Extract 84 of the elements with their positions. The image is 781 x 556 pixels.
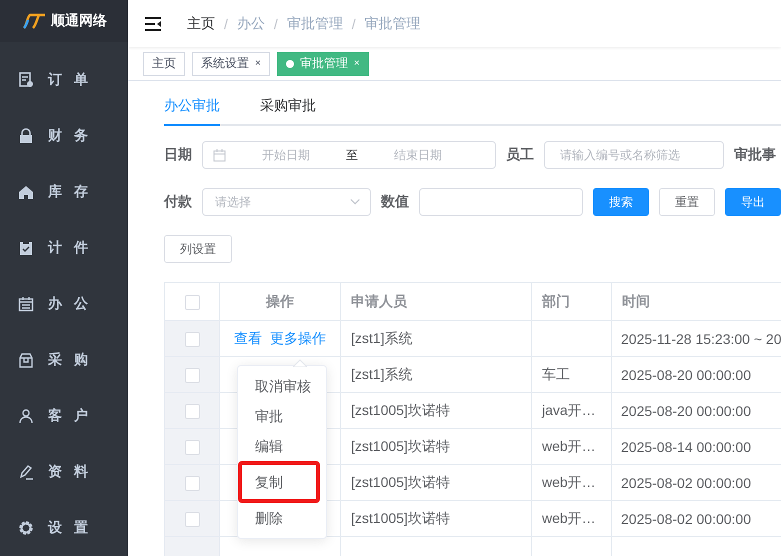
box-icon	[18, 352, 34, 368]
end-date-input[interactable]: 结束日期	[366, 147, 470, 163]
sidebar-item[interactable]: 计 件	[0, 220, 128, 276]
table-cell: 2025-08-14 00:00:00	[612, 428, 781, 464]
pen-icon	[18, 464, 34, 480]
field-label: 付款	[164, 193, 192, 211]
calendar-icon	[213, 148, 226, 162]
logo-text: 顺通网络	[51, 12, 107, 30]
table-cell: 2025-11-28 15:23:00 ~ 20	[612, 320, 781, 356]
table-cell: web开…	[532, 464, 612, 500]
close-icon[interactable]: ×	[255, 58, 261, 69]
menu-item[interactable]: 编辑	[238, 431, 326, 461]
menu-item[interactable]: 审批	[238, 401, 326, 431]
column-header: 部门	[532, 282, 612, 320]
column-header: 时间	[612, 282, 781, 320]
tab[interactable]: 办公审批	[164, 91, 220, 126]
checkbox[interactable]	[184, 332, 200, 347]
table-cell: 2025-08-20 00:00:00	[612, 392, 781, 428]
document-icon	[18, 72, 34, 88]
page-tag[interactable]: 系统设置 ×	[192, 52, 270, 76]
action-button[interactable]: 导出	[725, 188, 781, 216]
range-separator: 至	[346, 146, 358, 164]
field-label: 数值	[381, 193, 409, 211]
field-label: 日期	[164, 146, 192, 164]
table-cell: 车工	[532, 356, 612, 392]
checkbox[interactable]	[184, 404, 200, 419]
breadcrumb-separator: /	[274, 16, 278, 32]
start-date-input[interactable]: 开始日期	[234, 147, 338, 163]
table-cell: [zst1005]坎诺特	[340, 392, 532, 428]
checkbox[interactable]	[184, 476, 200, 491]
home-icon	[18, 184, 34, 200]
action-button[interactable]: 搜索	[593, 188, 649, 216]
menu-icon[interactable]	[145, 16, 161, 30]
sidebar-item[interactable]: 采 购	[0, 332, 128, 388]
date-range-field[interactable]: 开始日期 至 结束日期	[202, 141, 496, 169]
clipboard-icon	[18, 240, 34, 256]
column-header: 申请人员	[340, 282, 532, 320]
table-link[interactable]: 更多操作	[270, 330, 326, 346]
checkbox[interactable]	[184, 440, 200, 455]
column-header: 操作	[220, 282, 340, 320]
table-cell: [zst1005]坎诺特	[340, 500, 532, 536]
select-input[interactable]: 请选择	[213, 194, 342, 210]
menu-item[interactable]: 删除	[238, 503, 326, 533]
logo-icon	[21, 13, 47, 29]
table-cell: [zst1005]坎诺特	[340, 464, 532, 500]
sidebar-item[interactable]: 办 公	[0, 276, 128, 332]
menu-item[interactable]: 取消审核	[238, 371, 326, 401]
table-cell: 2025-08-02 00:00:00	[612, 500, 781, 536]
staff-field[interactable]: 请输入编号或名称筛选	[544, 141, 724, 169]
sidebar-item[interactable]: 客 户	[0, 388, 128, 444]
payment-select[interactable]: 请选择	[202, 188, 371, 216]
breadcrumb-link[interactable]: 主页	[187, 14, 215, 32]
checkbox[interactable]	[184, 294, 200, 310]
table-cell: 2025-08-20 00:00:00	[612, 356, 781, 392]
table-cell: [zst1]系统	[340, 356, 532, 392]
sidebar-item[interactable]: 库 存	[0, 164, 128, 220]
tab[interactable]: 采购审批	[260, 91, 316, 126]
field-label: 员工	[506, 146, 534, 164]
sidebar-item[interactable]: 订 单	[0, 52, 128, 108]
menu-item[interactable]: 复制	[238, 461, 320, 503]
field-label: 审批事	[734, 146, 776, 164]
sidebar-item[interactable]: 设 置	[0, 500, 128, 556]
table-cell: web开…	[532, 428, 612, 464]
calendar-icon	[18, 296, 34, 312]
table-cell: [zst1005]坎诺特	[340, 428, 532, 464]
lock-icon	[18, 128, 34, 144]
user-icon	[18, 408, 34, 424]
settings-icon	[18, 520, 34, 536]
checkbox[interactable]	[184, 368, 200, 383]
page-tag[interactable]: 主页	[143, 52, 185, 76]
sidebar-item[interactable]: 财 务	[0, 108, 128, 164]
breadcrumb-separator: /	[352, 16, 356, 32]
table-cell: 2025-08-02 00:00:00	[612, 464, 781, 500]
table-cell: web开…	[532, 500, 612, 536]
checkbox[interactable]	[184, 512, 200, 527]
value-field[interactable]	[419, 188, 583, 216]
column-settings-button[interactable]: 列设置	[164, 235, 232, 263]
action-button[interactable]: 重置	[659, 188, 715, 216]
table-cell: java开…	[532, 392, 612, 428]
table-link[interactable]: 查看	[234, 330, 262, 346]
sidebar-item[interactable]: 资 料	[0, 444, 128, 500]
table-cell: [zst1]系统	[340, 320, 532, 356]
breadcrumb-separator: /	[224, 16, 228, 32]
chevron-down-icon	[350, 198, 360, 206]
